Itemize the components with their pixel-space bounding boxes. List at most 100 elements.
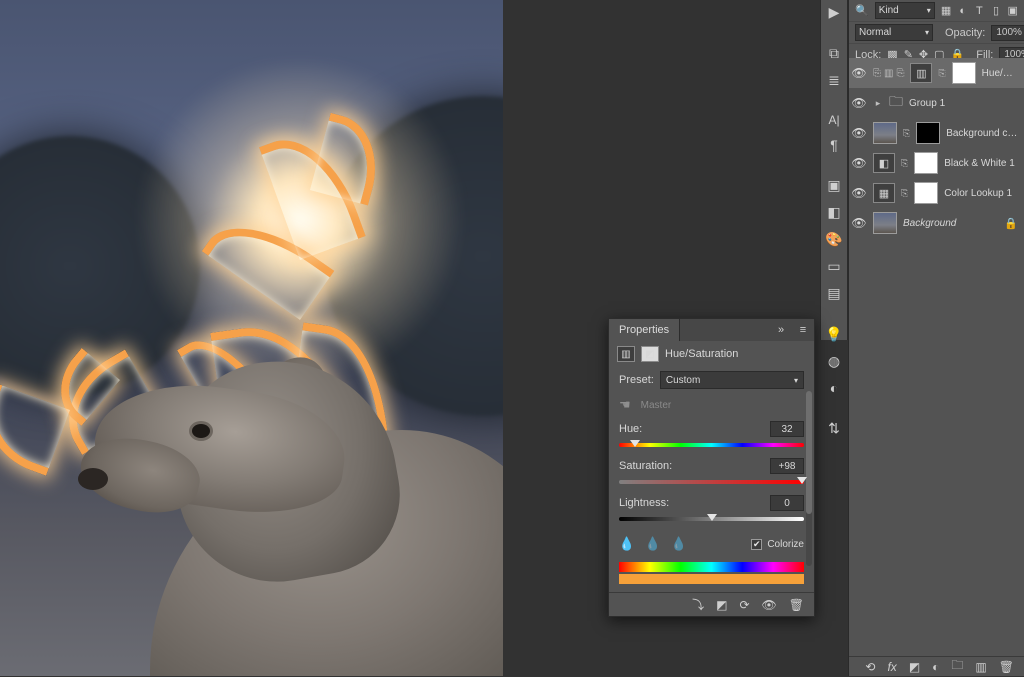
layer-name[interactable]: Black & White 1 xyxy=(944,158,1018,169)
panel-menu-icon[interactable]: ≡ xyxy=(792,319,814,341)
toggle-vis-icon[interactable]: 👁 xyxy=(762,598,777,612)
scrollbar-thumb[interactable] xyxy=(806,391,812,514)
blend-mode-select[interactable]: Normal▾ xyxy=(855,24,933,41)
layers-filter-kind[interactable]: Kind▾ xyxy=(875,2,935,19)
layers-blend-row: Normal▾ Opacity: 100%▾ xyxy=(849,22,1024,44)
layer-thumb[interactable] xyxy=(873,122,897,144)
colorize-label: Colorize xyxy=(767,539,804,550)
3d-icon[interactable]: ▣ xyxy=(824,177,844,194)
window-icon[interactable]: ▭ xyxy=(824,258,844,275)
paragraph-icon[interactable]: ¶ xyxy=(824,137,844,153)
library-icon[interactable]: ▤ xyxy=(824,285,844,302)
visibility-icon[interactable]: 👁 xyxy=(851,126,867,140)
layer-name[interactable]: Group 1 xyxy=(909,98,1018,109)
layer-name[interactable]: Background copy xyxy=(946,128,1018,139)
visibility-icon[interactable]: 👁 xyxy=(851,96,867,110)
preset-label: Preset: xyxy=(619,374,654,386)
character-icon[interactable]: A| xyxy=(824,113,844,127)
layer-thumb[interactable] xyxy=(873,212,897,234)
adjustment-mask-icon[interactable]: ◩ xyxy=(641,346,659,362)
visibility-icon[interactable]: 👁 xyxy=(851,186,867,200)
hue-thumb[interactable] xyxy=(630,440,640,447)
bulb-icon[interactable]: 💡 xyxy=(824,326,844,343)
color-icon[interactable]: 🎨 xyxy=(824,231,844,248)
mask-link-icon[interactable]: ⎘ xyxy=(903,128,910,139)
tab-properties[interactable]: Properties xyxy=(609,319,680,341)
input-spectrum xyxy=(619,562,804,572)
mask-thumb[interactable] xyxy=(914,182,938,204)
view-previous-icon[interactable]: ◩ xyxy=(716,598,727,612)
group-disclosure-icon[interactable]: ▸ xyxy=(873,98,883,109)
clip-to-layer-icon[interactable]: ⤵ xyxy=(692,596,704,613)
layer-name[interactable]: Background xyxy=(903,218,998,229)
adjustment-title: Hue/Saturation xyxy=(665,348,738,360)
layer-row[interactable]: 👁 ▦ ⎘ Color Lookup 1 xyxy=(849,178,1024,208)
mask-link-icon[interactable]: ⎘ xyxy=(901,188,908,199)
lightness-thumb[interactable] xyxy=(707,514,717,521)
document-canvas[interactable] xyxy=(0,0,503,676)
layer-row[interactable]: 👁 ⎘ Background copy xyxy=(849,118,1024,148)
globe-icon[interactable]: ◍ xyxy=(824,353,844,370)
filter-pixel-icon[interactable]: ▦ xyxy=(941,4,952,18)
visibility-icon[interactable]: 👁 xyxy=(851,156,867,170)
adjustment-icon[interactable]: ▦ xyxy=(873,183,895,203)
mask-thumb[interactable] xyxy=(914,152,938,174)
properties-icon[interactable]: ⇅ xyxy=(824,420,844,437)
mask-link-icon[interactable]: ⎘ xyxy=(938,68,945,79)
adjustment-link-icons[interactable]: ⎘▥⎘ xyxy=(873,68,904,79)
filter-type-icon[interactable]: T xyxy=(974,4,985,18)
layer-fx-icon[interactable]: fx xyxy=(887,660,896,674)
adjustment-icon[interactable]: ◧ xyxy=(873,153,895,173)
saturation-track[interactable] xyxy=(619,477,804,487)
blend-mode-value: Normal xyxy=(859,27,891,38)
hue-value[interactable]: 32 xyxy=(770,421,804,437)
lightness-track[interactable] xyxy=(619,514,804,524)
hue-label: Hue: xyxy=(619,423,642,435)
delete-adjust-icon[interactable]: 🗑 xyxy=(789,598,804,612)
hue-track[interactable] xyxy=(619,440,804,450)
new-group-icon[interactable]: 🗀 xyxy=(951,656,963,677)
lightness-value[interactable]: 0 xyxy=(770,495,804,511)
visibility-icon[interactable]: 👁 xyxy=(851,66,867,80)
visibility-icon[interactable]: 👁 xyxy=(851,216,867,230)
reset-icon[interactable]: ⟳ xyxy=(739,598,749,612)
mask-thumb[interactable] xyxy=(916,122,940,144)
layer-row[interactable]: 👁 ◧ ⎘ Black & White 1 xyxy=(849,148,1024,178)
properties-panel[interactable]: Properties » ≡ ▥ ◩ Hue/Saturation Preset… xyxy=(608,318,815,617)
layer-mask-icon[interactable]: ◩ xyxy=(909,660,920,674)
layer-row[interactable]: 👁▸🗀Group 1 xyxy=(849,88,1024,118)
colorize-checkbox[interactable]: ✔ Colorize xyxy=(751,539,804,550)
presets-icon[interactable]: ≣ xyxy=(824,72,844,89)
saturation-value[interactable]: +98 xyxy=(770,458,804,474)
layer-name[interactable]: Color Lookup 1 xyxy=(944,188,1018,199)
saturation-thumb[interactable] xyxy=(797,477,807,484)
layer-row[interactable]: 👁 Background 🔒 xyxy=(849,208,1024,238)
sphere-icon[interactable]: ◐ xyxy=(824,380,844,396)
filter-smart-icon[interactable]: ▣ xyxy=(1007,4,1018,18)
new-adjust-icon[interactable]: ◐ xyxy=(932,660,939,674)
swatches-icon[interactable]: ◧ xyxy=(824,204,844,221)
history-icon[interactable]: ⧉ xyxy=(824,45,844,62)
opacity-value[interactable]: 100%▾ xyxy=(991,25,1024,41)
hue-gradient xyxy=(619,443,804,447)
mask-link-icon[interactable]: ⎘ xyxy=(901,158,908,169)
eyedropper-add-icon[interactable]: 💧 xyxy=(645,536,661,552)
layer-name[interactable]: Hue/Sa...tion 1 xyxy=(982,68,1018,79)
play-icon[interactable]: ▶ xyxy=(824,4,844,21)
preset-select[interactable]: Custom▾ xyxy=(660,371,804,389)
link-layers-icon[interactable]: ⟲ xyxy=(865,660,875,674)
eyedropper-icon[interactable]: 💧 xyxy=(619,536,635,552)
lock-icon[interactable]: 🔒 xyxy=(1004,217,1018,230)
targeted-adjust-icon[interactable]: ☚ xyxy=(619,397,631,413)
eyedropper-sub-icon[interactable]: 💧 xyxy=(671,536,687,552)
new-layer-icon[interactable]: ▥ xyxy=(975,660,986,674)
output-spectrum xyxy=(619,574,804,584)
collapse-panel-icon[interactable]: » xyxy=(770,319,792,341)
filter-shape-icon[interactable]: ▯ xyxy=(991,4,1002,18)
delete-layer-icon[interactable]: 🗑 xyxy=(999,660,1014,674)
adjustment-icon[interactable]: ▥ xyxy=(910,63,932,83)
layer-row[interactable]: 👁⎘▥⎘▥⎘Hue/Sa...tion 1 xyxy=(849,58,1024,88)
filter-adjust-icon[interactable]: ◐ xyxy=(957,4,968,18)
properties-body: Preset: Custom▾ ☚ Master Hue: 32 Saturat… xyxy=(609,367,814,592)
mask-thumb[interactable] xyxy=(952,62,976,84)
